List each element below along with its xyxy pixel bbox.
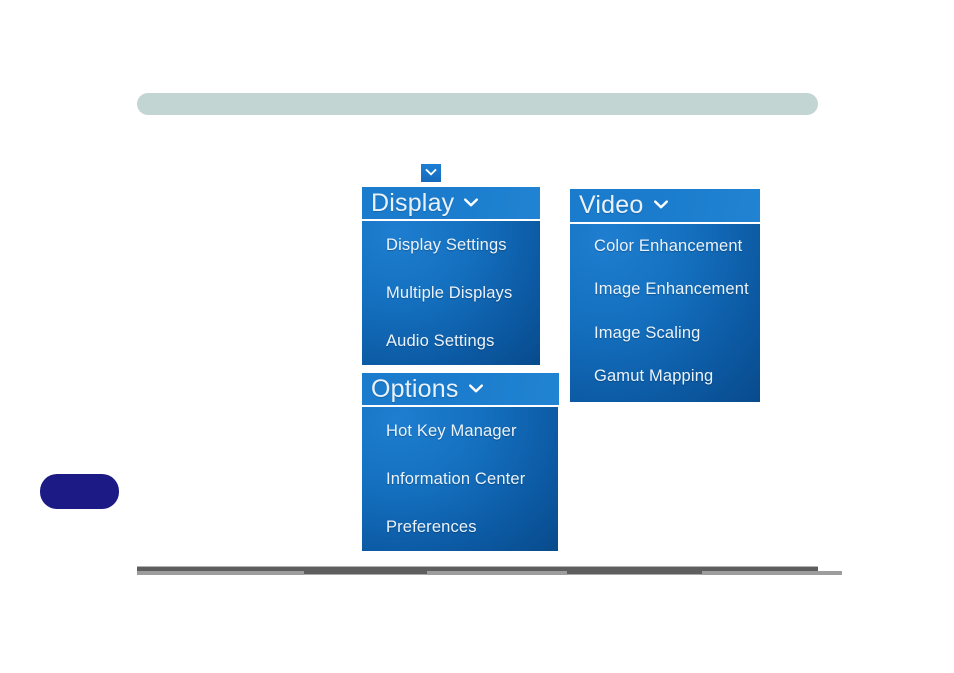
- menu-item-label: Image Scaling: [594, 323, 701, 342]
- chevron-down-icon[interactable]: [463, 197, 479, 210]
- menu-item-preferences[interactable]: Preferences: [386, 503, 558, 551]
- menu-item-label: Preferences: [386, 517, 477, 536]
- menu-item-label: Display Settings: [386, 235, 507, 254]
- rule-segment: [427, 571, 567, 575]
- top-banner: [137, 93, 818, 115]
- menu-item-information-center[interactable]: Information Center: [386, 455, 558, 503]
- chevron-down-icon[interactable]: [421, 164, 441, 182]
- menu-title-options: Options: [371, 374, 459, 403]
- rule-segment: [137, 571, 304, 575]
- menu-header-display[interactable]: Display: [362, 187, 540, 221]
- menu-panel-options: Options Hot Key Manager Information Cent…: [362, 373, 559, 551]
- menu-item-display-settings[interactable]: Display Settings: [386, 221, 540, 269]
- menu-title-video: Video: [579, 191, 644, 219]
- menu-item-label: Image Enhancement: [594, 280, 749, 298]
- menu-body-options: Hot Key Manager Information Center Prefe…: [362, 407, 558, 551]
- menu-item-multiple-displays[interactable]: Multiple Displays: [386, 269, 540, 317]
- menu-title-display: Display: [371, 188, 455, 217]
- menu-item-label: Gamut Mapping: [594, 367, 714, 385]
- chevron-down-icon[interactable]: [653, 199, 669, 212]
- rule-segment: [702, 571, 842, 575]
- menu-item-label: Color Enhancement: [594, 236, 743, 255]
- menu-header-video[interactable]: Video: [570, 189, 760, 224]
- menu-item-image-scaling[interactable]: Image Scaling: [594, 311, 760, 355]
- menu-body-video: Color Enhancement Image Enhancement Imag…: [570, 224, 760, 402]
- menu-item-label: Information Center: [386, 469, 526, 488]
- bottom-divider-rule: [137, 566, 842, 575]
- chevron-down-icon[interactable]: [468, 383, 484, 396]
- menu-header-options[interactable]: Options: [362, 373, 559, 407]
- menu-item-color-enhancement[interactable]: Color Enhancement: [594, 224, 760, 268]
- menu-item-label: Hot Key Manager: [386, 421, 517, 440]
- page-number-tab: [40, 474, 119, 509]
- menu-item-audio-settings[interactable]: Audio Settings: [386, 317, 540, 365]
- menu-item-label: Multiple Displays: [386, 283, 513, 302]
- menu-item-hot-key-manager[interactable]: Hot Key Manager: [386, 407, 558, 455]
- menu-item-gamut-mapping[interactable]: Gamut Mapping: [594, 355, 760, 399]
- menu-body-display: Display Settings Multiple Displays Audio…: [362, 221, 540, 365]
- menu-item-image-enhancement[interactable]: Image Enhancement: [594, 268, 760, 312]
- menu-item-label: Audio Settings: [386, 331, 495, 350]
- menu-panel-video: Video Color Enhancement Image Enhancemen…: [570, 189, 760, 402]
- menu-panel-display: Display Display Settings Multiple Displa…: [362, 187, 540, 365]
